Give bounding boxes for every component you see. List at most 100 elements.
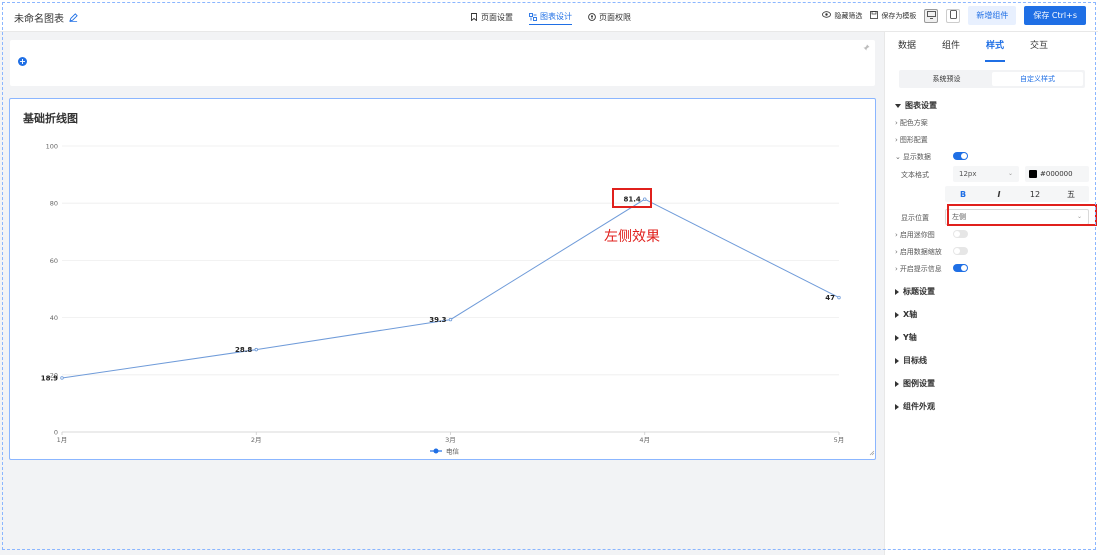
item-shape-config[interactable]: › 图形配置	[895, 135, 928, 145]
caret-right-icon	[895, 334, 899, 341]
main-nav: 页面设置 图表设计 页面权限	[470, 9, 631, 25]
tab-style[interactable]: 样式	[973, 32, 1017, 64]
legend-label: 电信	[446, 447, 460, 456]
header-tools: 隐藏筛选 保存为模板 新增组件 保存 Ctrl+s	[822, 6, 1086, 25]
caret-right-icon	[895, 288, 899, 295]
chevron-right-icon: ›	[895, 265, 898, 273]
edit-icon[interactable]	[69, 13, 78, 22]
style-mode-segment: 系统预设 自定义样式	[899, 70, 1085, 88]
show-data-toggle[interactable]	[953, 152, 968, 160]
text-format-label: 文本格式	[901, 171, 929, 179]
y-tick-label: 40	[50, 314, 58, 322]
caret-right-icon	[895, 403, 899, 410]
y-tick-label: 80	[50, 200, 58, 208]
data-label: 18.9	[41, 374, 58, 382]
caret-right-icon	[895, 380, 899, 387]
monitor-icon	[926, 10, 936, 21]
data-zoom-toggle[interactable]	[953, 247, 968, 255]
x-tick-label: 4月	[639, 436, 650, 444]
section-legend-settings[interactable]: 图例设置	[895, 378, 935, 389]
annotation-highlight-label	[612, 188, 652, 208]
tab-page-settings[interactable]: 页面设置	[470, 9, 513, 25]
tab-interaction[interactable]: 交互	[1017, 32, 1061, 64]
resize-handle-icon	[869, 450, 875, 456]
chevron-right-icon: ›	[895, 231, 898, 239]
data-point	[60, 376, 64, 380]
segment-system-preset[interactable]: 系统预设	[901, 72, 992, 86]
series-line	[61, 198, 840, 379]
top-bar: 未命名图表 页面设置 图表设计 页面权限 隐藏筛选 保存为模板 新增组件 保存 …	[0, 0, 1098, 32]
data-point	[448, 317, 453, 322]
chart-name[interactable]: 未命名图表	[14, 10, 78, 25]
panel-tabs: 数据 组件 样式 交互	[885, 32, 1098, 64]
segment-custom-style[interactable]: 自定义样式	[992, 72, 1083, 86]
chart-icon	[529, 12, 537, 21]
mobile-view-button[interactable]	[946, 8, 961, 23]
text-format-toolbar: B I 12 五	[945, 186, 1089, 202]
section-component-appearance[interactable]: 组件外观	[895, 401, 935, 412]
chevron-right-icon: ›	[895, 119, 898, 127]
save-button[interactable]: 保存 Ctrl+s	[1024, 6, 1086, 25]
chevron-down-icon: ⌄	[895, 153, 901, 161]
legend-marker	[433, 448, 439, 454]
data-point	[837, 295, 841, 300]
desktop-view-button[interactable]	[924, 8, 939, 23]
section-x-axis[interactable]: X轴	[895, 309, 917, 320]
tab-data[interactable]: 数据	[885, 32, 929, 64]
chevron-right-icon: ›	[895, 136, 898, 144]
tooltip-toggle[interactable]	[953, 264, 968, 272]
data-label: 39.3	[429, 316, 446, 324]
chevron-down-icon: ⌄	[1007, 170, 1013, 177]
item-mini-map[interactable]: › 启用迷你图	[895, 230, 935, 240]
save-icon	[870, 10, 879, 21]
hide-filter-button[interactable]: 隐藏筛选	[822, 11, 862, 21]
bookmark-icon	[470, 13, 478, 21]
x-tick-label: 2月	[251, 436, 262, 444]
item-color-scheme[interactable]: › 配色方案	[895, 118, 928, 128]
caret-right-icon	[895, 357, 899, 364]
color-swatch	[1029, 170, 1037, 178]
item-data-zoom[interactable]: › 启用数据缩放	[895, 247, 942, 257]
properties-panel: 数据 组件 样式 交互 系统预设 自定义样式 图表设置 › 配色方案 › 图形配…	[884, 32, 1098, 555]
bold-button[interactable]: B	[945, 190, 981, 199]
font-size-value[interactable]: 12	[1017, 190, 1053, 199]
pin-icon[interactable]	[863, 44, 870, 53]
section-title-settings[interactable]: 标题设置	[895, 286, 935, 297]
section-target-line[interactable]: 目标线	[895, 355, 927, 366]
data-label: 47	[825, 294, 835, 302]
x-tick-label: 3月	[445, 436, 456, 444]
section-chart-settings[interactable]: 图表设置	[895, 100, 937, 111]
y-tick-label: 60	[50, 257, 58, 265]
tablet-icon	[949, 10, 957, 21]
y-tick-label: 100	[46, 143, 58, 151]
tab-component[interactable]: 组件	[929, 32, 973, 64]
chart-name-text: 未命名图表	[14, 14, 64, 25]
font-color-picker[interactable]: #000000	[1025, 166, 1089, 182]
italic-button[interactable]: I	[981, 190, 1017, 199]
annotation-text: 左侧效果	[604, 229, 660, 245]
save-template-button[interactable]: 保存为模板	[870, 10, 916, 21]
item-tooltip[interactable]: › 开启提示信息	[895, 264, 942, 274]
line-chart: 0204060801001月 2月 3月 4月 5月18.928.839.381.447…	[41, 143, 875, 456]
annotation-highlight-position	[947, 204, 1097, 226]
chevron-right-icon: ›	[895, 248, 898, 256]
mini-map-toggle[interactable]	[953, 230, 968, 238]
eye-icon	[822, 11, 832, 20]
x-tick-label: 1月	[57, 436, 68, 444]
filter-panel: +	[10, 40, 875, 86]
add-filter-icon[interactable]: +	[18, 57, 27, 66]
caret-down-icon	[895, 103, 901, 108]
chart-card[interactable]: 基础折线图 0 20 40 60 80 100 1月 2月 3月 4月 5月 18.9 28.8 39.3…	[9, 98, 876, 460]
section-y-axis[interactable]: Y轴	[895, 332, 917, 343]
data-label: 28.8	[235, 346, 252, 354]
display-position-label: 显示位置	[901, 214, 929, 222]
x-tick-label: 5月	[834, 436, 845, 444]
item-show-data[interactable]: ⌄ 显示数据	[895, 152, 931, 162]
font-size-select[interactable]: 12px ⌄	[953, 166, 1019, 182]
tab-page-permission[interactable]: 页面权限	[588, 9, 631, 25]
add-component-button[interactable]: 新增组件	[968, 6, 1017, 25]
permission-icon	[588, 13, 596, 21]
text-style-button[interactable]: 五	[1053, 189, 1089, 200]
caret-right-icon	[895, 311, 899, 318]
tab-chart-design[interactable]: 图表设计	[529, 9, 572, 25]
